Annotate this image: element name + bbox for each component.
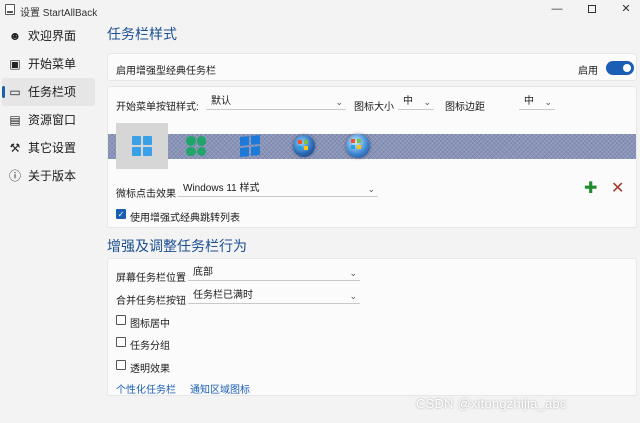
- chevron-down-icon: ⌄: [367, 184, 375, 194]
- sidebar-item-label: 其它设置: [28, 141, 77, 155]
- sidebar-item-explorer[interactable]: ▤ 资源窗口: [0, 106, 97, 134]
- icon-size-label: 图标大小: [354, 102, 394, 113]
- taskbar-position-value: 底部: [193, 267, 213, 278]
- chevron-down-icon: ⌄: [349, 291, 357, 301]
- folder-icon: ▤: [9, 113, 21, 127]
- title-bar: 设置 StartAllBack — ✕: [0, 0, 640, 20]
- windows11-logo-icon: [132, 136, 152, 156]
- add-button[interactable]: ✚: [584, 181, 597, 197]
- icon-margin-value: 中: [524, 96, 534, 107]
- windows7-orb-icon: [293, 135, 315, 157]
- sidebar-item-other-settings[interactable]: ⚒ 其它设置: [0, 134, 97, 162]
- sidebar-item-label: 任务栏项: [28, 85, 77, 99]
- transparency-label: 透明效果: [130, 364, 170, 375]
- app-icon: [5, 4, 15, 15]
- enable-classic-taskbar-label: 启用增强型经典任务栏: [116, 66, 216, 77]
- start-button-option-clover[interactable]: [170, 123, 222, 169]
- start-button-style-label: 开始菜单按钮样式:: [116, 102, 199, 113]
- personalize-taskbar-link[interactable]: 个性化任务栏: [116, 381, 176, 396]
- remove-button[interactable]: ✕: [611, 181, 624, 197]
- chevron-down-icon: ⌄: [544, 97, 552, 107]
- taskbar-behavior-panel: 屏幕任务栏位置 底部 ⌄ 合并任务栏按钮 任务栏已满时 ⌄ 图标居中 任务分组 …: [107, 258, 637, 396]
- chevron-down-icon: ⌄: [335, 97, 343, 107]
- sidebar-item-about[interactable]: ⓘ 关于版本: [0, 162, 97, 190]
- section-title-taskbar-style: 任务栏样式: [107, 26, 177, 42]
- taskbar-icon: ▭: [9, 85, 21, 99]
- close-button[interactable]: ✕: [613, 2, 639, 17]
- sidebar-item-label: 资源窗口: [28, 113, 77, 127]
- sidebar-item-start-menu[interactable]: ▣ 开始菜单: [0, 50, 97, 78]
- jumplist-label: 使用增强式经典跳转列表: [130, 213, 240, 224]
- center-icons-label: 图标居中: [130, 319, 170, 330]
- notification-area-icons-link[interactable]: 通知区域图标: [190, 381, 250, 396]
- window-title: 设置 StartAllBack: [20, 8, 98, 19]
- start-button-style-value: 默认: [211, 96, 231, 107]
- maximize-button[interactable]: [579, 2, 605, 17]
- windows-vista-orb-icon: [346, 134, 370, 158]
- start-button-option-win7[interactable]: [278, 123, 330, 169]
- start-button-style-dropdown[interactable]: 默认 ⌄: [206, 94, 346, 110]
- clover-logo-icon: [186, 136, 206, 156]
- chevron-down-icon: ⌄: [349, 268, 357, 278]
- minimize-button[interactable]: —: [544, 2, 570, 17]
- sidebar-item-taskbar[interactable]: ▭ 任务栏项: [2, 78, 95, 106]
- start-button-option-vista[interactable]: [332, 123, 384, 169]
- sidebar-item-welcome[interactable]: ☻ 欢迎界面: [0, 22, 97, 50]
- jumplist-checkbox[interactable]: ✓: [116, 209, 126, 219]
- start-button-option-win11[interactable]: [116, 123, 168, 169]
- sidebar: ☻ 欢迎界面 ▣ 开始菜单 ▭ 任务栏项 ▤ 资源窗口 ⚒ 其它设置 ⓘ 关于版…: [0, 22, 97, 190]
- info-icon: ⓘ: [8, 169, 21, 183]
- watermark: CSDN @xitongzhijia_abc: [416, 396, 567, 411]
- smiley-icon: ☻: [8, 29, 22, 43]
- wrench-icon: ⚒: [9, 141, 21, 155]
- sidebar-item-label: 开始菜单: [28, 57, 77, 71]
- sidebar-item-label: 欢迎界面: [28, 29, 77, 43]
- enable-classic-taskbar-toggle[interactable]: [606, 61, 634, 75]
- taskbar-style-panel: 开始菜单按钮样式: 默认 ⌄ 图标大小 中 ⌄ 图标边距 中 ⌄ 微标点击效果 …: [107, 86, 637, 228]
- taskbar-position-dropdown[interactable]: 底部 ⌄: [188, 265, 360, 281]
- group-tasks-label: 任务分组: [130, 341, 170, 352]
- icon-margin-dropdown[interactable]: 中 ⌄: [519, 94, 555, 110]
- hover-effect-value: Windows 11 样式: [183, 183, 260, 194]
- group-tasks-checkbox[interactable]: [116, 337, 126, 347]
- enable-classic-taskbar-row: 启用增强型经典任务栏 启用: [107, 53, 637, 81]
- maximize-icon: [588, 5, 596, 13]
- taskbar-position-label: 屏幕任务栏位置: [116, 273, 186, 284]
- icon-margin-label: 图标边距: [445, 102, 485, 113]
- start-button-option-win10[interactable]: [224, 123, 276, 169]
- transparency-checkbox[interactable]: [116, 360, 126, 370]
- icon-size-value: 中: [403, 96, 413, 107]
- hover-effect-label: 微标点击效果: [116, 189, 176, 200]
- hover-effect-dropdown[interactable]: Windows 11 样式 ⌄: [178, 181, 378, 197]
- combine-buttons-dropdown[interactable]: 任务栏已满时 ⌄: [188, 288, 360, 304]
- icon-size-dropdown[interactable]: 中 ⌄: [398, 94, 434, 110]
- combine-buttons-label: 合并任务栏按钮: [116, 296, 186, 307]
- section-title-taskbar-behavior: 增强及调整任务栏行为: [107, 238, 247, 254]
- center-icons-checkbox[interactable]: [116, 315, 126, 325]
- sidebar-item-label: 关于版本: [28, 169, 77, 183]
- chevron-down-icon: ⌄: [423, 97, 431, 107]
- windows10-logo-icon: [240, 134, 260, 158]
- start-menu-icon: ▣: [9, 57, 21, 71]
- combine-buttons-value: 任务栏已满时: [193, 290, 253, 301]
- toggle-state-label: 启用: [578, 66, 598, 77]
